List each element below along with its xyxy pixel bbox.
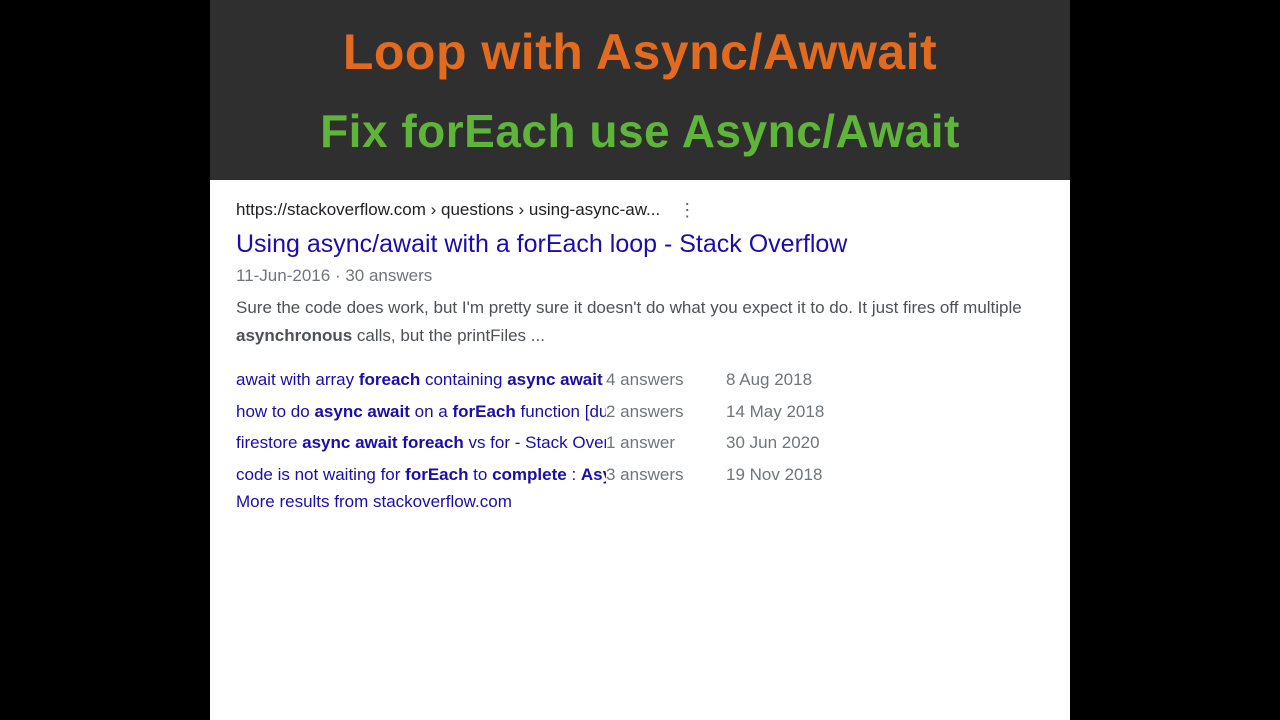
result-answers-count: 30 answers	[345, 266, 432, 285]
result-url-breadcrumb[interactable]: https://stackoverflow.com › questions › …	[236, 200, 660, 220]
related-row: how to do async await on a forEach funct…	[236, 396, 1044, 427]
related-answers: 2 answers	[606, 396, 726, 427]
snippet-text-pre: Sure the code does work, but I'm pretty …	[236, 298, 1022, 317]
related-results: await with array foreach containing asyn…	[236, 364, 1044, 512]
related-answers: 4 answers	[606, 364, 726, 395]
hero-block: Loop with Async/Awwait Fix forEach use A…	[210, 0, 1070, 180]
more-results-link[interactable]: More results from stackoverflow.com	[236, 492, 1044, 512]
related-row: firestore async await foreach vs for - S…	[236, 427, 1044, 458]
snippet-bold: asynchronous	[236, 326, 352, 345]
meta-separator: ·	[335, 266, 345, 285]
more-options-icon[interactable]: ⋮	[678, 201, 696, 219]
related-date: 19 Nov 2018	[726, 459, 886, 490]
related-row: await with array foreach containing asyn…	[236, 364, 1044, 395]
hero-title-1: Loop with Async/Awwait	[238, 24, 1042, 82]
related-row: code is not waiting for forEach to compl…	[236, 459, 1044, 490]
related-link[interactable]: firestore async await foreach vs for - S…	[236, 427, 606, 458]
snippet-text-post: calls, but the printFiles ...	[352, 326, 545, 345]
hero-title-2: Fix forEach use Async/Await	[238, 100, 1042, 162]
result-snippet: Sure the code does work, but I'm pretty …	[236, 294, 1044, 350]
breadcrumb-row: https://stackoverflow.com › questions › …	[236, 200, 1044, 220]
thumbnail-card: Loop with Async/Awwait Fix forEach use A…	[210, 0, 1070, 720]
related-answers: 3 answers	[606, 459, 726, 490]
result-title-link[interactable]: Using async/await with a forEach loop - …	[236, 228, 1044, 261]
result-meta: 11-Jun-2016 · 30 answers	[236, 266, 1044, 286]
related-link[interactable]: how to do async await on a forEach funct…	[236, 396, 606, 427]
related-date: 14 May 2018	[726, 396, 886, 427]
related-link[interactable]: code is not waiting for forEach to compl…	[236, 459, 606, 490]
related-link[interactable]: await with array foreach containing asyn…	[236, 364, 606, 395]
related-date: 8 Aug 2018	[726, 364, 886, 395]
related-date: 30 Jun 2020	[726, 427, 886, 458]
related-answers: 1 answer	[606, 427, 726, 458]
search-result-panel: https://stackoverflow.com › questions › …	[210, 180, 1070, 720]
result-date: 11-Jun-2016	[236, 266, 330, 285]
